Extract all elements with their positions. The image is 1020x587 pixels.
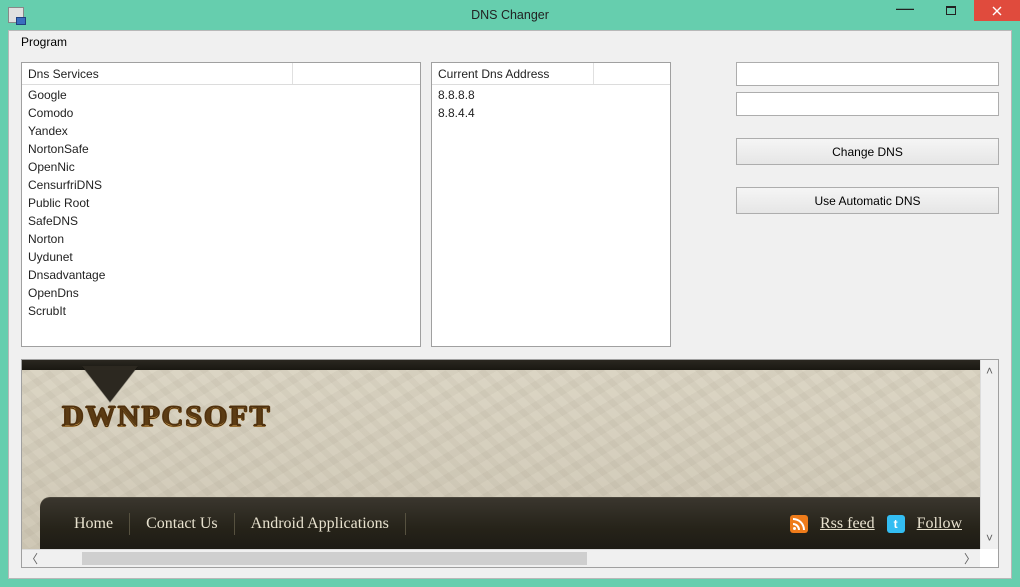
close-button[interactable]	[974, 0, 1020, 21]
window-controls: —	[882, 0, 1020, 21]
dns-input-2[interactable]	[736, 92, 999, 116]
auto-dns-button[interactable]: Use Automatic DNS	[736, 187, 999, 214]
dns-input-1[interactable]	[736, 62, 999, 86]
minimize-button[interactable]: —	[882, 0, 928, 21]
list-item[interactable]: Google	[28, 86, 414, 104]
nav-home[interactable]: Home	[58, 515, 129, 533]
close-icon	[992, 6, 1002, 16]
list-item[interactable]: SafeDNS	[28, 212, 414, 230]
top-row: Dns Services GoogleComodoYandexNortonSaf…	[21, 62, 999, 347]
list-item[interactable]: NortonSafe	[28, 140, 414, 158]
menu-program[interactable]: Program	[15, 33, 73, 51]
embedded-web-frame: DWNPCSOFT Home Contact Us Android Applic…	[21, 359, 999, 568]
twitter-icon[interactable]: t	[887, 515, 905, 533]
window: DNS Changer — Program Dns Services Googl…	[0, 0, 1020, 587]
scroll-left-icon[interactable]: 〈	[22, 553, 42, 565]
list-item[interactable]: Norton	[28, 230, 414, 248]
current-dns-header-label: Current Dns Address	[432, 63, 594, 84]
change-dns-button[interactable]: Change DNS	[736, 138, 999, 165]
list-item[interactable]: 8.8.8.8	[438, 86, 664, 104]
scroll-down-icon[interactable]: ˅	[986, 530, 993, 546]
list-item[interactable]: Yandex	[28, 122, 414, 140]
menubar: Program	[9, 31, 1011, 52]
dns-services-panel: Dns Services GoogleComodoYandexNortonSaf…	[21, 62, 421, 347]
dns-services-header-label: Dns Services	[22, 63, 293, 84]
nav-contact[interactable]: Contact Us	[130, 515, 234, 533]
controls-column: Change DNS Use Automatic DNS	[681, 62, 999, 347]
nav-follow[interactable]: Follow	[917, 515, 962, 533]
list-item[interactable]: CensurfriDNS	[28, 176, 414, 194]
content: Dns Services GoogleComodoYandexNortonSaf…	[9, 52, 1011, 578]
scroll-up-icon[interactable]: ˄	[986, 363, 993, 379]
web-content[interactable]: DWNPCSOFT Home Contact Us Android Applic…	[22, 360, 980, 549]
list-item[interactable]: OpenNic	[28, 158, 414, 176]
dns-services-header: Dns Services	[22, 63, 420, 85]
nav-rss[interactable]: Rss feed	[820, 515, 875, 533]
window-title: DNS Changer	[471, 8, 549, 22]
maximize-button[interactable]	[928, 0, 974, 21]
current-dns-list[interactable]: 8.8.8.88.8.4.4	[432, 85, 670, 346]
list-item[interactable]: OpenDns	[28, 284, 414, 302]
list-item[interactable]: Comodo	[28, 104, 414, 122]
site-logo: DWNPCSOFT	[62, 400, 272, 434]
client-area: Program Dns Services GoogleComodoYandexN…	[8, 30, 1012, 579]
current-dns-panel: Current Dns Address 8.8.8.88.8.4.4	[431, 62, 671, 347]
current-dns-header: Current Dns Address	[432, 63, 670, 85]
dns-services-list[interactable]: GoogleComodoYandexNortonSafeOpenNicCensu…	[22, 85, 420, 346]
scroll-right-icon[interactable]: 〉	[960, 553, 980, 565]
list-item[interactable]: Public Root	[28, 194, 414, 212]
titlebar: DNS Changer —	[0, 0, 1020, 30]
list-item[interactable]: Dnsadvantage	[28, 266, 414, 284]
rss-icon[interactable]	[790, 515, 808, 533]
web-nav: Home Contact Us Android Applications Rss…	[40, 497, 980, 549]
nav-android[interactable]: Android Applications	[235, 515, 405, 533]
horizontal-scrollbar[interactable]: 〈 〉	[22, 549, 980, 567]
hscroll-thumb[interactable]	[82, 552, 587, 565]
app-icon	[8, 7, 24, 23]
list-item[interactable]: Uydunet	[28, 248, 414, 266]
list-item[interactable]: 8.8.4.4	[438, 104, 664, 122]
list-item[interactable]: ScrubIt	[28, 302, 414, 320]
vertical-scrollbar[interactable]: ˄ ˅	[980, 360, 998, 549]
triangle-ornament	[82, 366, 138, 402]
